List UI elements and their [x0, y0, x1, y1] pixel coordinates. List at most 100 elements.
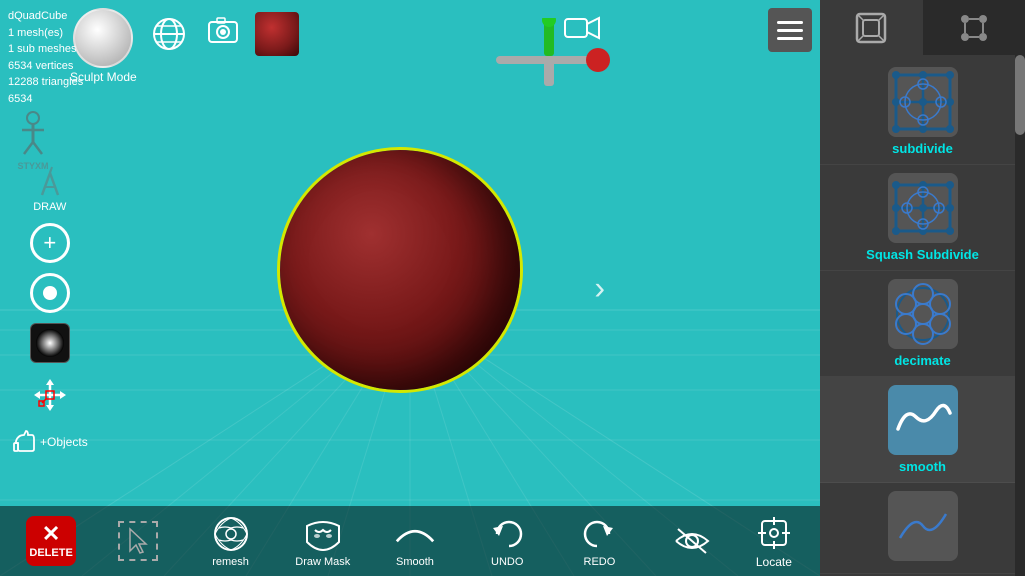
delete-x-icon: ✕: [42, 523, 60, 545]
smooth-svg: [395, 518, 435, 550]
smooth-label: Smooth: [396, 556, 434, 568]
top-toolbar: Sculpt Mode: [70, 8, 299, 84]
camera-icon: [205, 12, 241, 48]
smooth-panel-icon: [892, 389, 954, 451]
3d-sphere: [280, 150, 520, 390]
extra-count: 6534: [8, 91, 83, 108]
add-button[interactable]: +: [30, 223, 70, 263]
remesh-tool[interactable]: remesh: [201, 514, 261, 568]
locate-icon: [754, 513, 794, 553]
decimate-icon-container: [888, 279, 958, 349]
eye-slash-svg: [672, 523, 712, 559]
sphere-thumbnail[interactable]: [255, 12, 299, 56]
squash-subdivide-label: Squash Subdivide: [866, 247, 979, 262]
squash-subdivide-icon-container: [888, 173, 958, 243]
draw-mask-tool[interactable]: Draw Mask: [293, 514, 353, 568]
remesh-svg: [211, 514, 251, 554]
cube-view-icon: [852, 9, 890, 47]
triangles-count: 12288 triangles: [8, 74, 83, 91]
radial-icon: [35, 328, 65, 358]
styx-logo: STYXM: [8, 110, 58, 171]
add-icon: +: [43, 230, 56, 256]
redo-tool[interactable]: REDO: [569, 514, 629, 568]
cursor-tool[interactable]: [108, 521, 168, 561]
smooth-icon-container: [888, 385, 958, 455]
smooth-panel-label: smooth: [899, 459, 946, 474]
extra-icon-container: [888, 491, 958, 561]
smooth-icon: [395, 514, 435, 554]
sub-meshes: 1 sub meshes: [8, 41, 83, 58]
hamburger-menu[interactable]: [768, 8, 812, 52]
subdivide-icon: [892, 71, 954, 133]
redo-icon: [579, 514, 619, 554]
undo-tool[interactable]: UNDO: [477, 514, 537, 568]
viewport: Sculpt Mode: [0, 0, 820, 576]
draw-mask-label: Draw Mask: [295, 556, 350, 568]
delete-button[interactable]: ✕ DELETE: [26, 516, 76, 566]
eye-slash-icon: [672, 521, 712, 561]
mesh-name: dQuadCube: [8, 8, 83, 25]
tool-gizmo: [482, 18, 612, 103]
gizmo-svg: [482, 18, 612, 98]
objects-label: +Objects: [40, 435, 88, 449]
remesh-icon: [211, 514, 251, 554]
extra-icon: [892, 506, 954, 546]
left-tools: DRAW +: [8, 165, 92, 457]
mesh-info: dQuadCube 1 mesh(es) 1 sub meshes 6534 v…: [8, 8, 83, 107]
decimate-label: decimate: [894, 353, 950, 368]
undo-icon: [487, 514, 527, 554]
bottom-toolbar: ✕ DELETE remesh: [0, 506, 820, 576]
panel-scrollbar[interactable]: [1015, 55, 1025, 576]
squash-subdivide-icon: [892, 177, 954, 239]
globe-icon: [151, 16, 187, 52]
mesh-count: 1 mesh(es): [8, 25, 83, 42]
dot-button[interactable]: [30, 273, 70, 313]
locate-svg: [756, 515, 792, 551]
subdivide-label: subdivide: [892, 141, 953, 156]
tool-item-squash-subdivide[interactable]: Squash Subdivide: [820, 165, 1025, 271]
locate-label: Locate: [756, 555, 792, 569]
dot-inner: [43, 286, 57, 300]
ham-line-3: [777, 37, 803, 40]
radial-button[interactable]: [30, 323, 70, 363]
redo-label: REDO: [584, 556, 616, 568]
styx-logo-svg: [8, 110, 58, 160]
panel-tabs: [820, 0, 1025, 55]
mask-svg: [303, 516, 343, 552]
tool-item-subdivide[interactable]: subdivide: [820, 59, 1025, 165]
cursor-icon: [118, 521, 158, 561]
tool-item-extra[interactable]: [820, 483, 1025, 574]
draw-tool[interactable]: DRAW: [32, 165, 68, 213]
delete-label: DELETE: [29, 547, 72, 559]
ham-line-2: [777, 29, 803, 32]
tool-item-decimate[interactable]: decimate: [820, 271, 1025, 377]
right-panel: subdivide: [820, 0, 1025, 576]
cursor-svg: [126, 527, 150, 555]
nodes-view-icon: [955, 9, 993, 47]
camera-button[interactable]: [201, 8, 245, 52]
tab-nodes-view[interactable]: [923, 0, 1025, 55]
tool-item-smooth[interactable]: smooth: [820, 377, 1025, 483]
tool-list: subdivide: [820, 55, 1025, 576]
move-icon: [32, 377, 68, 413]
remesh-label: remesh: [212, 556, 249, 568]
thumbs-up-icon: [12, 429, 38, 455]
move-tool[interactable]: [28, 373, 72, 417]
tab-cube-view[interactable]: [820, 0, 923, 55]
eye-slash-tool[interactable]: [662, 521, 722, 561]
locate-tool[interactable]: Locate: [754, 513, 794, 569]
draw-label: DRAW: [33, 201, 66, 213]
nav-arrow-right[interactable]: ›: [594, 270, 605, 307]
scrollbar-thumb[interactable]: [1015, 55, 1025, 135]
draw-mask-icon: [303, 514, 343, 554]
undo-label: UNDO: [491, 556, 523, 568]
globe-button[interactable]: [147, 12, 191, 56]
vertices-count: 6534 vertices: [8, 58, 83, 75]
undo-svg: [489, 516, 525, 552]
subdivide-icon-container: [888, 67, 958, 137]
ham-line-1: [777, 21, 803, 24]
smooth-tool[interactable]: Smooth: [385, 514, 445, 568]
redo-svg: [581, 516, 617, 552]
objects-button[interactable]: +Objects: [8, 427, 92, 457]
draw-icon: [32, 165, 68, 201]
